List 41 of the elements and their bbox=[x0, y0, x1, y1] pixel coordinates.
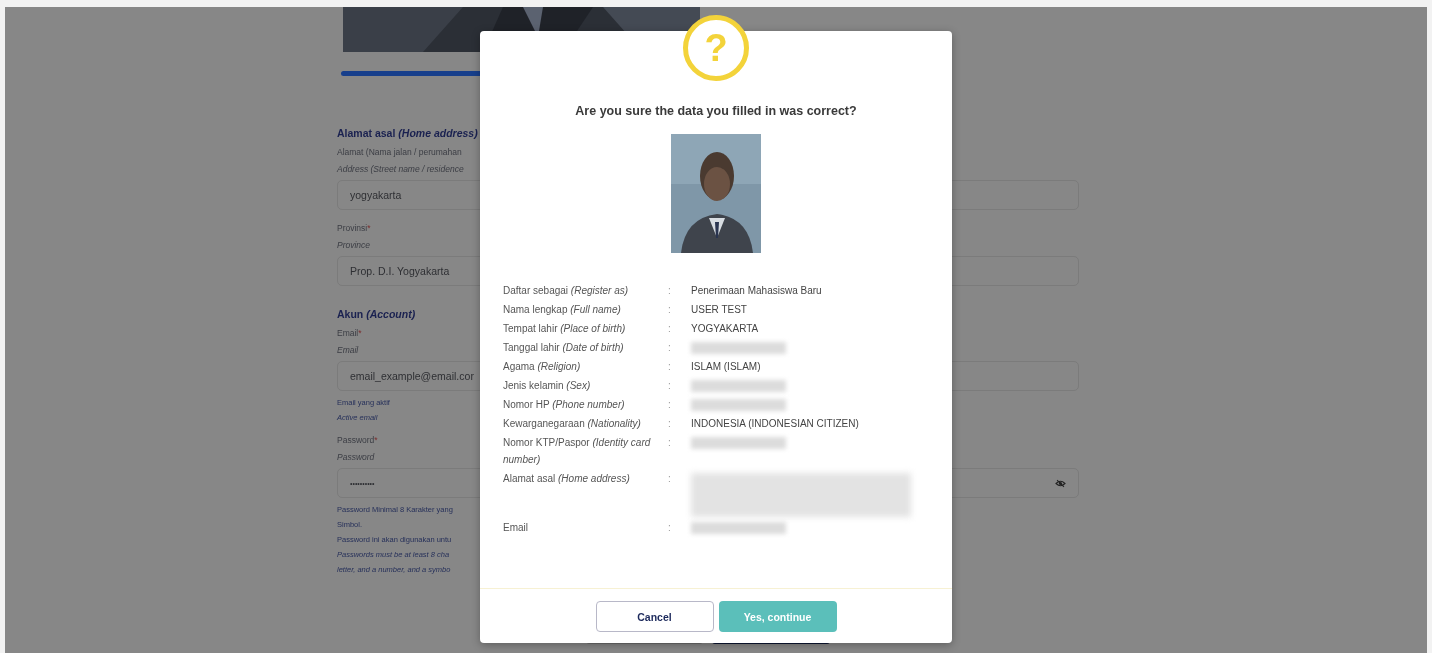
colon-separator: : bbox=[668, 521, 672, 535]
colon-separator: : bbox=[668, 417, 672, 431]
colon-separator: : bbox=[668, 284, 672, 298]
detail-label: Jenis kelamin (Sex) bbox=[503, 379, 592, 393]
field-sublabel: Email bbox=[337, 345, 359, 355]
colon-separator: : bbox=[668, 303, 672, 317]
detail-label: Alamat asal (Home address) bbox=[503, 472, 631, 486]
detail-label: Tempat lahir (Place of birth) bbox=[503, 322, 627, 336]
colon-separator: : bbox=[668, 379, 672, 393]
question-icon: ? bbox=[683, 15, 749, 81]
field-label: Alamat (Nama jalan / perumahan bbox=[337, 147, 462, 157]
detail-label: Kewarganegaraan (Nationality) bbox=[503, 417, 642, 431]
detail-label: Agama (Religion) bbox=[503, 360, 582, 374]
cancel-button[interactable]: Cancel bbox=[595, 601, 714, 632]
detail-value: USER TEST bbox=[691, 303, 747, 317]
detail-label: Email bbox=[503, 521, 529, 535]
section-heading: Akun (Account) bbox=[337, 308, 416, 320]
field-sublabel: Address (Street name / residence bbox=[337, 164, 464, 174]
section-heading: Alamat asal (Home address) bbox=[337, 127, 478, 139]
colon-separator: : bbox=[668, 398, 672, 412]
colon-separator: : bbox=[668, 341, 672, 355]
detail-value: YOGYAKARTA bbox=[691, 322, 759, 336]
field-label: Provinsi* bbox=[337, 223, 371, 233]
detail-value: Penerimaan Mahasiswa Baru bbox=[691, 284, 822, 298]
field-sublabel: Province bbox=[337, 240, 371, 250]
detail-label: Nomor HP (Phone number) bbox=[503, 398, 626, 412]
detail-label: Nama lengkap (Full name) bbox=[503, 303, 622, 317]
field-sublabel: Password bbox=[337, 452, 375, 462]
field-label: Password* bbox=[337, 435, 378, 445]
detail-value: INDONESIA (INDONESIAN CITIZEN) bbox=[691, 417, 859, 431]
detail-value: ISLAM (ISLAM) bbox=[691, 360, 761, 374]
colon-separator: : bbox=[668, 322, 672, 336]
detail-label: Nomor KTP/Paspor (Identity card number) bbox=[503, 436, 652, 467]
detail-label: Daftar sebagai (Register as) bbox=[503, 284, 630, 298]
colon-separator: : bbox=[668, 436, 672, 450]
colon-separator: : bbox=[668, 472, 672, 486]
colon-separator: : bbox=[668, 360, 672, 374]
detail-label: Tanggal lahir (Date of birth) bbox=[503, 341, 625, 355]
eye-slash-icon[interactable] bbox=[1055, 477, 1066, 489]
dialog-title: Are you sure the data you filled in was correct? bbox=[575, 104, 857, 118]
field-label: Email* bbox=[337, 328, 362, 338]
